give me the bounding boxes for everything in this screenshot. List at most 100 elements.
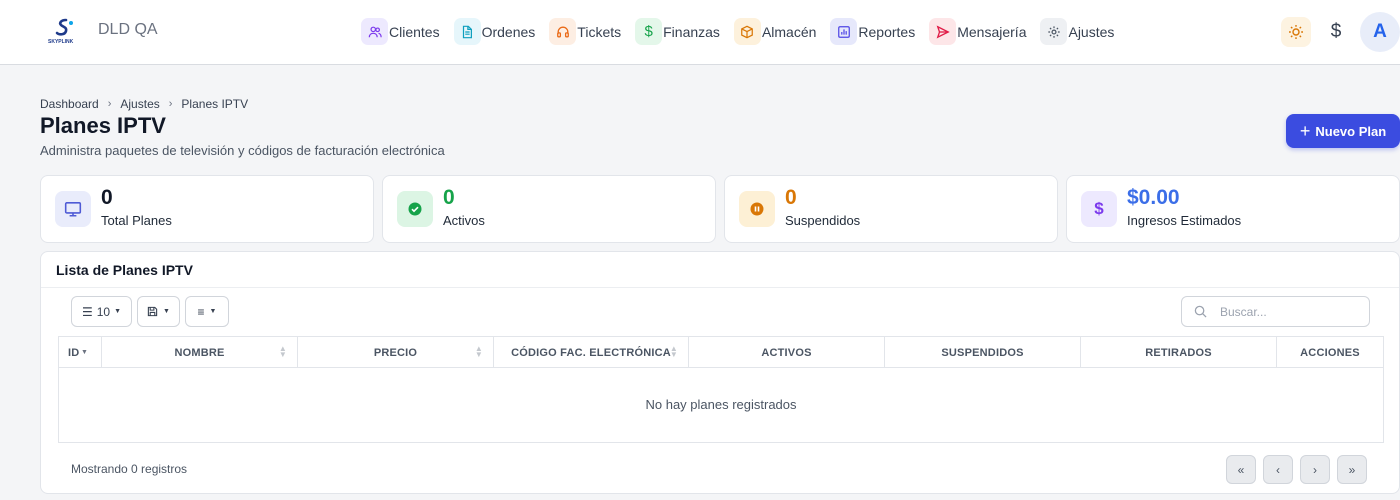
page-title: Planes IPTV bbox=[40, 113, 166, 138]
nav-item-clientes[interactable]: Clientes bbox=[361, 18, 440, 45]
document-icon bbox=[453, 18, 481, 45]
nav-label: Clientes bbox=[389, 23, 440, 40]
check-circle-icon bbox=[397, 191, 433, 227]
chart-icon bbox=[830, 18, 858, 45]
column-label: CÓDIGO FAC. ELECTRÓNICA bbox=[511, 346, 671, 359]
nav-item-ajustes[interactable]: Ajustes bbox=[1040, 18, 1114, 45]
column-header-activos: ACTIVOS bbox=[689, 337, 885, 368]
stat-value: 0 bbox=[785, 186, 797, 209]
user-avatar[interactable]: A bbox=[1360, 12, 1400, 52]
stat-label: Total Planes bbox=[101, 213, 172, 228]
empty-table-message: No hay planes registrados bbox=[645, 397, 797, 412]
nav-label: Finanzas bbox=[663, 23, 720, 40]
nav-label: Tickets bbox=[577, 23, 622, 40]
page-size-value: 10 bbox=[96, 304, 111, 319]
column-label: NOMBRE bbox=[174, 346, 225, 359]
headset-icon bbox=[549, 18, 577, 45]
main-nav: Clientes Ordenes Tickets $ Finanzas Alma… bbox=[361, 18, 1128, 45]
caret-down-icon: ▼ bbox=[209, 308, 217, 315]
nav-item-almacen[interactable]: Almacén bbox=[733, 18, 817, 45]
nav-label: Almacén bbox=[761, 23, 817, 40]
save-icon bbox=[147, 306, 158, 317]
caret-down-icon: ▼ bbox=[163, 308, 170, 315]
stat-card-total: 0 Total Planes bbox=[40, 175, 374, 243]
plus-icon: + bbox=[1299, 120, 1311, 141]
nav-label: Ordenes bbox=[481, 23, 536, 40]
app-logo[interactable]: SKYPLINK bbox=[46, 17, 82, 45]
nav-item-reportes[interactable]: Reportes bbox=[830, 18, 915, 45]
column-header-nombre[interactable]: NOMBRE ▲ ▼ bbox=[102, 337, 298, 368]
first-page-button[interactable]: « bbox=[1226, 455, 1256, 484]
users-icon bbox=[361, 18, 388, 45]
plans-table: ID ▼ NOMBRE ▲ ▼ PRECIO ▲ ▼ CÓDIGO FAC. ELE… bbox=[58, 336, 1384, 443]
column-header-id[interactable]: ID ▼ bbox=[59, 337, 102, 368]
list-icon: ☰ bbox=[81, 304, 93, 319]
new-plan-label: Nuevo Plan bbox=[1315, 123, 1387, 139]
sort-icon: ▲ ▼ bbox=[278, 344, 287, 359]
sort-icon: ▲ ▼ bbox=[669, 344, 678, 359]
sort-desc-icon: ▼ bbox=[81, 349, 89, 356]
next-page-button[interactable]: › bbox=[1300, 455, 1330, 484]
new-plan-button[interactable]: + Nuevo Plan bbox=[1286, 114, 1400, 148]
nav-item-tickets[interactable]: Tickets bbox=[549, 18, 621, 45]
columns-icon: ≡ bbox=[197, 304, 205, 319]
nav-label: Reportes bbox=[858, 23, 916, 40]
search-box bbox=[1181, 296, 1370, 327]
column-label: SUSPENDIDOS bbox=[941, 346, 1024, 359]
nav-label: Ajustes bbox=[1068, 23, 1115, 40]
stat-card-suspendidos: 0 Suspendidos bbox=[724, 175, 1058, 243]
gear-icon bbox=[1040, 18, 1068, 45]
stat-value: $0.00 bbox=[1127, 186, 1180, 209]
table-header: ID ▼ NOMBRE ▲ ▼ PRECIO ▲ ▼ CÓDIGO FAC. ELE… bbox=[59, 337, 1383, 368]
search-input[interactable] bbox=[1220, 304, 1360, 319]
sun-icon bbox=[1289, 25, 1303, 39]
breadcrumb-ajustes[interactable]: Ajustes bbox=[120, 97, 159, 111]
stat-label: Ingresos Estimados bbox=[1127, 213, 1242, 228]
page-subtitle: Administra paquetes de televisión y códi… bbox=[40, 143, 445, 158]
stat-label: Suspendidos bbox=[785, 213, 861, 228]
export-button[interactable]: ▼ bbox=[137, 296, 180, 327]
stat-card-ingresos: $ $0.00 Ingresos Estimados bbox=[1066, 175, 1400, 243]
panel-title: Lista de Planes IPTV bbox=[56, 262, 193, 278]
plans-panel: Lista de Planes IPTV ☰ 10 ▼ ▼ ≡ ▼ ID ▼ N… bbox=[40, 251, 1400, 494]
breadcrumb-current: Planes IPTV bbox=[181, 97, 249, 111]
chevron-right-icon: › bbox=[107, 98, 112, 110]
columns-button[interactable]: ≡ ▼ bbox=[185, 296, 229, 327]
pause-circle-icon bbox=[739, 191, 775, 227]
sort-icon: ▲ ▼ bbox=[474, 344, 483, 359]
breadcrumb: Dashboard › Ajustes › Planes IPTV bbox=[40, 97, 248, 111]
column-label: ACCIONES bbox=[1300, 346, 1360, 359]
stat-card-activos: 0 Activos bbox=[382, 175, 716, 243]
last-page-button[interactable]: » bbox=[1337, 455, 1367, 484]
stat-label: Activos bbox=[443, 213, 485, 228]
page-size-select[interactable]: ☰ 10 ▼ bbox=[71, 296, 132, 327]
breadcrumb-dashboard[interactable]: Dashboard bbox=[40, 97, 99, 111]
column-label: RETIRADOS bbox=[1145, 346, 1212, 359]
column-header-suspendidos: SUSPENDIDOS bbox=[885, 337, 1081, 368]
monitor-icon bbox=[55, 191, 91, 227]
nav-item-ordenes[interactable]: Ordenes bbox=[453, 18, 536, 45]
column-label: ID bbox=[68, 346, 80, 359]
column-header-acciones: ACCIONES bbox=[1277, 337, 1383, 368]
dollar-icon: $ bbox=[635, 18, 663, 45]
dollar-icon: $ bbox=[1081, 191, 1117, 227]
prev-page-button[interactable]: ‹ bbox=[1263, 455, 1293, 484]
brand-name: DLD QA bbox=[98, 21, 158, 38]
top-navbar: SKYPLINK DLD QA Clientes Ordenes Tickets… bbox=[0, 0, 1400, 65]
nav-label: Mensajería bbox=[957, 23, 1027, 40]
send-icon bbox=[929, 18, 957, 45]
column-header-codigo[interactable]: CÓDIGO FAC. ELECTRÓNICA ▲ ▼ bbox=[494, 337, 689, 368]
currency-button[interactable]: $ bbox=[1321, 17, 1351, 47]
column-header-precio[interactable]: PRECIO ▲ ▼ bbox=[298, 337, 494, 368]
chevron-right-icon: › bbox=[168, 98, 173, 110]
divider bbox=[41, 287, 1399, 288]
theme-toggle-button[interactable] bbox=[1281, 17, 1311, 47]
column-header-retirados: RETIRADOS bbox=[1081, 337, 1277, 368]
stat-value: 0 bbox=[101, 186, 113, 209]
nav-item-finanzas[interactable]: $ Finanzas bbox=[635, 18, 720, 45]
column-label: ACTIVOS bbox=[761, 346, 812, 359]
nav-item-mensajeria[interactable]: Mensajería bbox=[929, 18, 1026, 45]
records-count: Mostrando 0 registros bbox=[71, 462, 188, 476]
caret-down-icon: ▼ bbox=[114, 308, 122, 315]
search-icon bbox=[1194, 305, 1207, 318]
